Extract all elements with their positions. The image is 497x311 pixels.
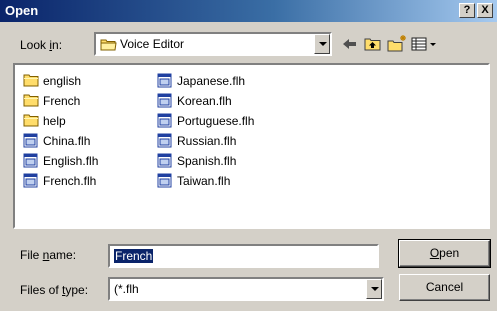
title-bar[interactable]: Open ? X [0,0,497,22]
folder-icon [23,74,39,87]
file-icon [157,113,172,128]
file-icon [23,133,38,148]
up-one-level-icon[interactable] [362,33,384,55]
file-name-value: French [114,249,154,263]
chevron-down-icon[interactable] [366,279,382,299]
file-type-value: (*.flh [114,282,139,296]
help-button[interactable]: ? [459,3,475,18]
file-list[interactable]: english French help China.flh English.fl… [13,63,490,229]
chevron-down-icon[interactable] [314,34,330,54]
open-button[interactable]: Open [398,239,491,268]
open-dialog: Open ? X Look in: Voice Editor english F… [0,0,497,311]
new-folder-icon[interactable] [386,33,408,55]
view-menu-icon[interactable] [409,33,439,55]
file-icon [23,173,38,188]
file-icon [157,93,172,108]
window-title: Open [5,3,39,18]
folder-icon [100,39,117,51]
look-in-value: Voice Editor [120,37,185,51]
file-type-dropdown[interactable]: (*.flh [108,277,384,301]
back-arrow-icon[interactable] [339,33,361,55]
file-icon [157,133,172,148]
file-icon [157,173,172,188]
folder-icon [23,114,39,127]
file-name-label: File name: [20,248,77,262]
file-name-input[interactable]: French [108,244,379,268]
cancel-button[interactable]: Cancel [399,274,490,301]
file-icon [157,73,172,88]
folder-icon [23,94,39,107]
file-type-label: Files of type: [20,283,89,297]
file-icon [157,153,172,168]
file-icon [23,153,38,168]
close-button[interactable]: X [477,3,493,18]
look-in-dropdown[interactable]: Voice Editor [94,32,332,56]
look-in-label: Look in: [20,38,63,52]
